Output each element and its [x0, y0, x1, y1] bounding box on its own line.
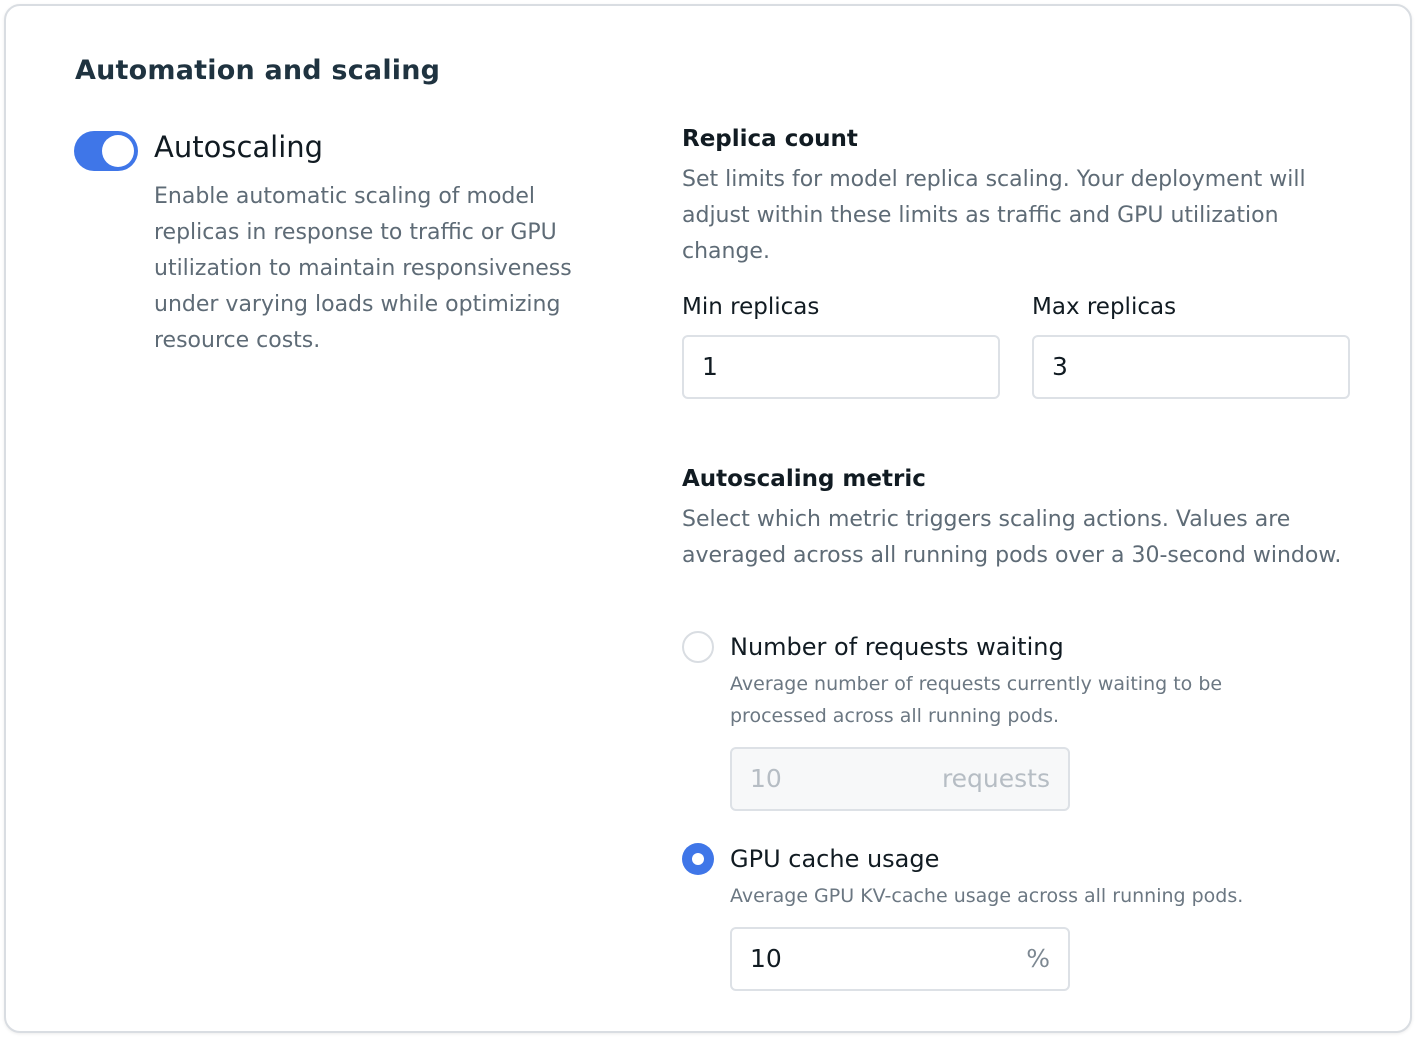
autoscaling-metric-heading: Autoscaling metric	[682, 466, 926, 492]
min-replicas-input[interactable]: 1	[682, 335, 1000, 399]
max-replicas-value: 3	[1052, 352, 1068, 381]
percent-unit: %	[1026, 944, 1050, 973]
gpu-cache-value: 10	[750, 944, 782, 973]
autoscaling-description: Enable automatic scaling of model replic…	[154, 184, 572, 353]
toggle-knob	[102, 135, 134, 167]
replica-count-description: Set limits for model replica scaling. Yo…	[682, 167, 1306, 264]
requests-waiting-threshold-input[interactable]: 10 requests	[730, 747, 1070, 811]
automation-scaling-card: Automation and scaling Autoscaling Enabl…	[4, 4, 1412, 1033]
requests-waiting-label: Number of requests waiting	[730, 633, 1064, 661]
section-title: Automation and scaling	[75, 55, 441, 86]
gpu-cache-usage-radio[interactable]	[682, 843, 714, 875]
min-replicas-value: 1	[702, 352, 718, 381]
requests-waiting-value: 10	[750, 764, 782, 793]
autoscaling-title: Autoscaling	[154, 130, 324, 164]
max-replicas-input[interactable]: 3	[1032, 335, 1350, 399]
gpu-cache-usage-description: Average GPU KV-cache usage across all ru…	[730, 885, 1244, 907]
gpu-cache-threshold-input[interactable]: 10 %	[730, 927, 1070, 991]
requests-unit: requests	[941, 764, 1050, 793]
autoscaling-metric-description: Select which metric triggers scaling act…	[682, 507, 1342, 568]
max-replicas-label: Max replicas	[1032, 294, 1177, 320]
gpu-cache-usage-label: GPU cache usage	[730, 845, 940, 873]
min-replicas-label: Min replicas	[682, 294, 820, 320]
radio-selected-dot	[692, 853, 704, 865]
replica-count-heading: Replica count	[682, 126, 858, 152]
requests-waiting-description: Average number of requests currently wai…	[730, 673, 1223, 727]
autoscaling-toggle[interactable]	[74, 131, 138, 171]
requests-waiting-radio[interactable]	[682, 631, 714, 663]
